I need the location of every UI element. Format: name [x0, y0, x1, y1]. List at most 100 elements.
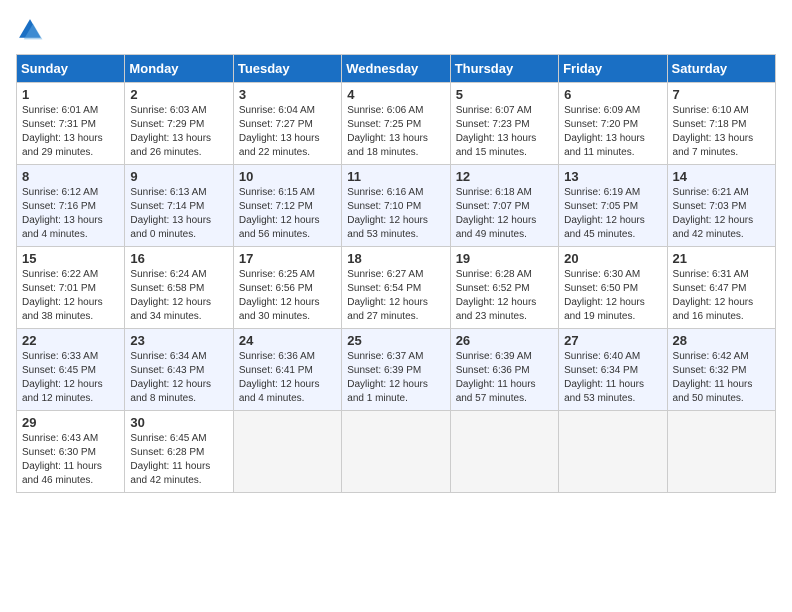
day-detail: Sunrise: 6:06 AM Sunset: 7:25 PM Dayligh…: [347, 104, 444, 160]
day-cell-5: 5 Sunrise: 6:07 AM Sunset: 7:23 PM Daylig…: [450, 83, 558, 165]
day-cell-21: 21 Sunrise: 6:31 AM Sunset: 6:47 PM Dayli…: [667, 247, 775, 329]
day-detail: Sunrise: 6:43 AM Sunset: 6:30 PM Dayligh…: [22, 432, 119, 488]
day-number: 25: [347, 333, 444, 348]
day-cell-11: 11Sunrise: 6:16 AM Sunset: 7:10 PM Dayli…: [342, 165, 450, 247]
empty-cell: [450, 411, 558, 493]
day-detail: Sunrise: 6:39 AM Sunset: 6:36 PM Dayligh…: [456, 350, 553, 406]
day-cell-30: 30 Sunrise: 6:45 AM Sunset: 6:28 PM Dayli…: [125, 411, 233, 493]
day-cell-6: 6 Sunrise: 6:09 AM Sunset: 7:20 PM Daylig…: [559, 83, 667, 165]
day-number: 5: [456, 87, 553, 102]
day-number: 3: [239, 87, 336, 102]
day-detail: Sunrise: 6:07 AM Sunset: 7:23 PM Dayligh…: [456, 104, 553, 160]
header-friday: Friday: [559, 55, 667, 83]
calendar-table: SundayMondayTuesdayWednesdayThursdayFrid…: [16, 54, 776, 493]
day-detail: Sunrise: 6:22 AM Sunset: 7:01 PM Dayligh…: [22, 268, 119, 324]
day-number: 21: [673, 251, 770, 266]
day-number: 28: [673, 333, 770, 348]
calendar-week-2: 8 Sunrise: 6:12 AM Sunset: 7:16 PM Daylig…: [17, 165, 776, 247]
empty-cell: [667, 411, 775, 493]
day-cell-29: 29Sunrise: 6:43 AM Sunset: 6:30 PM Dayli…: [17, 411, 125, 493]
day-number: 26: [456, 333, 553, 348]
header-monday: Monday: [125, 55, 233, 83]
day-detail: Sunrise: 6:27 AM Sunset: 6:54 PM Dayligh…: [347, 268, 444, 324]
day-cell-2: 2 Sunrise: 6:03 AM Sunset: 7:29 PM Daylig…: [125, 83, 233, 165]
day-detail: Sunrise: 6:40 AM Sunset: 6:34 PM Dayligh…: [564, 350, 661, 406]
day-cell-7: 7 Sunrise: 6:10 AM Sunset: 7:18 PM Daylig…: [667, 83, 775, 165]
day-number: 2: [130, 87, 227, 102]
day-number: 18: [347, 251, 444, 266]
day-number: 4: [347, 87, 444, 102]
day-detail: Sunrise: 6:09 AM Sunset: 7:20 PM Dayligh…: [564, 104, 661, 160]
day-number: 1: [22, 87, 119, 102]
day-detail: Sunrise: 6:04 AM Sunset: 7:27 PM Dayligh…: [239, 104, 336, 160]
day-detail: Sunrise: 6:13 AM Sunset: 7:14 PM Dayligh…: [130, 186, 227, 242]
day-detail: Sunrise: 6:37 AM Sunset: 6:39 PM Dayligh…: [347, 350, 444, 406]
day-detail: Sunrise: 6:25 AM Sunset: 6:56 PM Dayligh…: [239, 268, 336, 324]
day-detail: Sunrise: 6:24 AM Sunset: 6:58 PM Dayligh…: [130, 268, 227, 324]
day-detail: Sunrise: 6:10 AM Sunset: 7:18 PM Dayligh…: [673, 104, 770, 160]
calendar-header-row: SundayMondayTuesdayWednesdayThursdayFrid…: [17, 55, 776, 83]
logo-icon: [16, 16, 44, 44]
calendar-week-4: 22Sunrise: 6:33 AM Sunset: 6:45 PM Dayli…: [17, 329, 776, 411]
day-cell-9: 9 Sunrise: 6:13 AM Sunset: 7:14 PM Daylig…: [125, 165, 233, 247]
day-number: 10: [239, 169, 336, 184]
day-cell-16: 16 Sunrise: 6:24 AM Sunset: 6:58 PM Dayli…: [125, 247, 233, 329]
header-sunday: Sunday: [17, 55, 125, 83]
day-number: 19: [456, 251, 553, 266]
header-saturday: Saturday: [667, 55, 775, 83]
day-detail: Sunrise: 6:34 AM Sunset: 6:43 PM Dayligh…: [130, 350, 227, 406]
day-number: 30: [130, 415, 227, 430]
day-detail: Sunrise: 6:45 AM Sunset: 6:28 PM Dayligh…: [130, 432, 227, 488]
day-cell-8: 8 Sunrise: 6:12 AM Sunset: 7:16 PM Daylig…: [17, 165, 125, 247]
day-cell-12: 12 Sunrise: 6:18 AM Sunset: 7:07 PM Dayli…: [450, 165, 558, 247]
day-detail: Sunrise: 6:42 AM Sunset: 6:32 PM Dayligh…: [673, 350, 770, 406]
day-cell-27: 27 Sunrise: 6:40 AM Sunset: 6:34 PM Dayli…: [559, 329, 667, 411]
header-thursday: Thursday: [450, 55, 558, 83]
day-detail: Sunrise: 6:18 AM Sunset: 7:07 PM Dayligh…: [456, 186, 553, 242]
day-number: 16: [130, 251, 227, 266]
day-detail: Sunrise: 6:21 AM Sunset: 7:03 PM Dayligh…: [673, 186, 770, 242]
day-detail: Sunrise: 6:31 AM Sunset: 6:47 PM Dayligh…: [673, 268, 770, 324]
day-number: 24: [239, 333, 336, 348]
day-detail: Sunrise: 6:36 AM Sunset: 6:41 PM Dayligh…: [239, 350, 336, 406]
day-number: 6: [564, 87, 661, 102]
empty-cell: [233, 411, 341, 493]
day-detail: Sunrise: 6:16 AM Sunset: 7:10 PM Dayligh…: [347, 186, 444, 242]
empty-cell: [559, 411, 667, 493]
day-number: 15: [22, 251, 119, 266]
logo: [16, 16, 48, 44]
day-detail: Sunrise: 6:03 AM Sunset: 7:29 PM Dayligh…: [130, 104, 227, 160]
day-cell-10: 10Sunrise: 6:15 AM Sunset: 7:12 PM Dayli…: [233, 165, 341, 247]
header-tuesday: Tuesday: [233, 55, 341, 83]
day-cell-20: 20 Sunrise: 6:30 AM Sunset: 6:50 PM Dayli…: [559, 247, 667, 329]
day-cell-19: 19 Sunrise: 6:28 AM Sunset: 6:52 PM Dayli…: [450, 247, 558, 329]
day-cell-17: 17 Sunrise: 6:25 AM Sunset: 6:56 PM Dayli…: [233, 247, 341, 329]
day-detail: Sunrise: 6:33 AM Sunset: 6:45 PM Dayligh…: [22, 350, 119, 406]
day-number: 14: [673, 169, 770, 184]
day-number: 7: [673, 87, 770, 102]
day-detail: Sunrise: 6:01 AM Sunset: 7:31 PM Dayligh…: [22, 104, 119, 160]
day-cell-25: 25 Sunrise: 6:37 AM Sunset: 6:39 PM Dayli…: [342, 329, 450, 411]
day-detail: Sunrise: 6:12 AM Sunset: 7:16 PM Dayligh…: [22, 186, 119, 242]
day-number: 8: [22, 169, 119, 184]
day-number: 27: [564, 333, 661, 348]
day-detail: Sunrise: 6:30 AM Sunset: 6:50 PM Dayligh…: [564, 268, 661, 324]
day-cell-3: 3 Sunrise: 6:04 AM Sunset: 7:27 PM Daylig…: [233, 83, 341, 165]
day-cell-18: 18 Sunrise: 6:27 AM Sunset: 6:54 PM Dayli…: [342, 247, 450, 329]
calendar-week-1: 1 Sunrise: 6:01 AM Sunset: 7:31 PM Daylig…: [17, 83, 776, 165]
day-number: 12: [456, 169, 553, 184]
day-cell-1: 1 Sunrise: 6:01 AM Sunset: 7:31 PM Daylig…: [17, 83, 125, 165]
empty-cell: [342, 411, 450, 493]
day-detail: Sunrise: 6:19 AM Sunset: 7:05 PM Dayligh…: [564, 186, 661, 242]
day-number: 20: [564, 251, 661, 266]
day-cell-24: 24 Sunrise: 6:36 AM Sunset: 6:41 PM Dayli…: [233, 329, 341, 411]
day-detail: Sunrise: 6:28 AM Sunset: 6:52 PM Dayligh…: [456, 268, 553, 324]
day-number: 17: [239, 251, 336, 266]
day-cell-26: 26 Sunrise: 6:39 AM Sunset: 6:36 PM Dayli…: [450, 329, 558, 411]
day-cell-23: 23Sunrise: 6:34 AM Sunset: 6:43 PM Dayli…: [125, 329, 233, 411]
calendar-week-5: 29Sunrise: 6:43 AM Sunset: 6:30 PM Dayli…: [17, 411, 776, 493]
day-number: 9: [130, 169, 227, 184]
day-cell-22: 22Sunrise: 6:33 AM Sunset: 6:45 PM Dayli…: [17, 329, 125, 411]
day-cell-14: 14 Sunrise: 6:21 AM Sunset: 7:03 PM Dayli…: [667, 165, 775, 247]
day-cell-4: 4 Sunrise: 6:06 AM Sunset: 7:25 PM Daylig…: [342, 83, 450, 165]
